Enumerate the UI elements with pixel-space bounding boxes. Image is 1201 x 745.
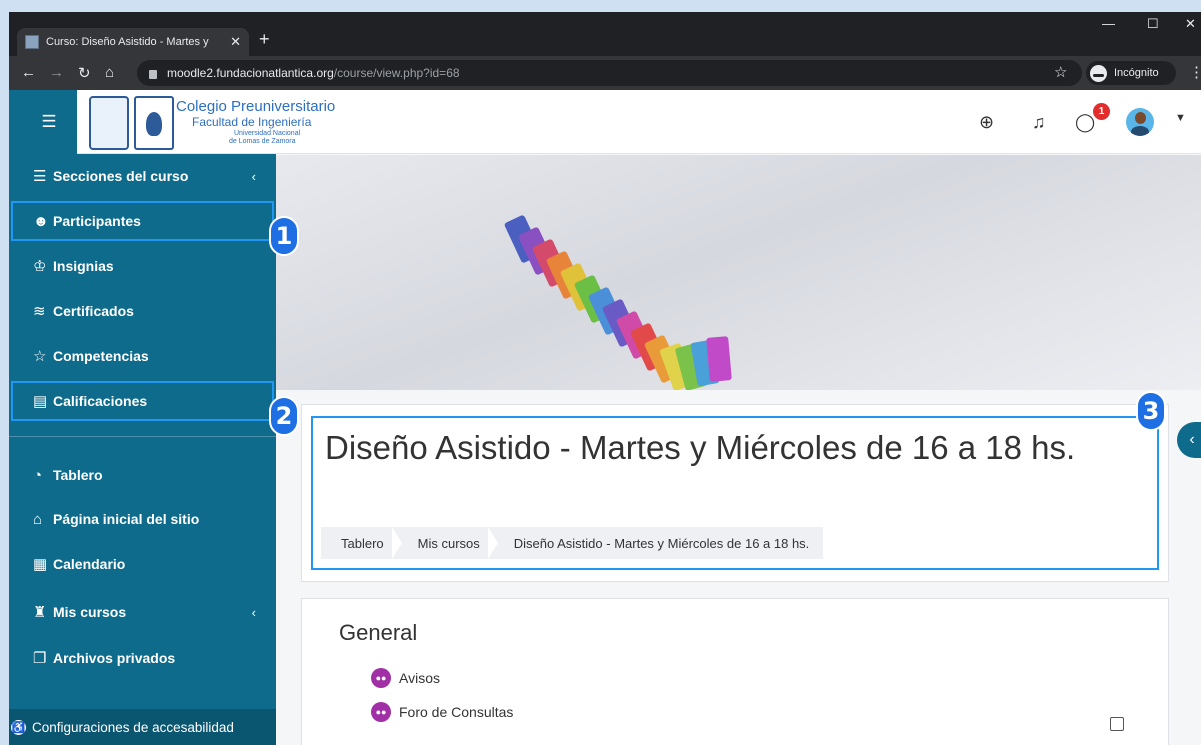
favicon-icon bbox=[25, 35, 39, 49]
activity-avisos[interactable]: ●● Avisos bbox=[371, 668, 440, 688]
callout-2: 2 bbox=[269, 396, 299, 436]
highlight-participantes bbox=[11, 201, 274, 241]
sidebar-item-archivos[interactable]: ❐ Archivos privados bbox=[9, 636, 276, 680]
logo-line-1: Colegio Preuniversitario bbox=[176, 98, 336, 115]
incognito-icon bbox=[1090, 64, 1107, 82]
site-navbar: ☰ Colegio Preuniversitario Facultad de I… bbox=[9, 90, 1201, 154]
avatar[interactable] bbox=[1126, 108, 1154, 136]
chevron-left-icon: ‹ bbox=[251, 168, 256, 184]
sidebar-item-label: Secciones del curso bbox=[53, 168, 189, 184]
sidebar-item-secciones[interactable]: ☰ Secciones del curso ‹ bbox=[9, 154, 276, 198]
activity-label: Avisos bbox=[399, 670, 440, 686]
bookmark-star-icon[interactable]: ☆ bbox=[1054, 63, 1067, 81]
globe-icon[interactable]: ⊕ bbox=[979, 112, 994, 133]
sidebar-item-mis-cursos[interactable]: ♜ Mis cursos ‹ bbox=[9, 590, 276, 634]
tab-title: Curso: Diseño Asistido - Martes y bbox=[46, 36, 209, 48]
hamburger-icon[interactable]: ☰ bbox=[27, 106, 71, 138]
maximize-icon[interactable]: ☐ bbox=[1147, 16, 1159, 32]
forum-icon: ●● bbox=[371, 702, 391, 722]
dashboard-icon: ◔ bbox=[33, 466, 43, 484]
sidebar-item-label: Competencias bbox=[53, 348, 149, 364]
certificate-icon: ≋ bbox=[33, 303, 46, 320]
chevron-left-icon[interactable]: ‹ bbox=[1177, 422, 1201, 458]
back-icon[interactable]: ← bbox=[21, 64, 36, 81]
highlight-calificaciones bbox=[11, 381, 274, 421]
browser-tab[interactable]: Curso: Diseño Asistido - Martes y ✕ bbox=[17, 28, 249, 56]
url-path: /course/view.php?id=68 bbox=[333, 66, 460, 80]
banner-block bbox=[706, 336, 732, 382]
logo-line-2: Facultad de Ingeniería bbox=[192, 115, 312, 129]
badge-icon: ♔ bbox=[33, 258, 47, 275]
url-bar[interactable]: moodle2.fundacionatlantica.org/course/vi… bbox=[137, 60, 1082, 86]
activity-label: Foro de Consultas bbox=[399, 704, 514, 720]
sidebar-item-label: Insignias bbox=[53, 258, 114, 274]
sidebar-item-label: Calendario bbox=[53, 556, 126, 572]
graduation-cap-icon: ♜ bbox=[33, 604, 47, 621]
forward-icon[interactable]: → bbox=[49, 64, 64, 81]
sidebar-item-label: Archivos privados bbox=[53, 650, 176, 666]
address-toolbar: ← → ↻ ⌂ moodle2.fundacionatlantica.org/c… bbox=[9, 56, 1201, 90]
sidebar-item-label: Tablero bbox=[53, 467, 103, 483]
close-window-icon[interactable]: ✕ bbox=[1185, 16, 1196, 32]
unlz-emblem bbox=[89, 96, 129, 150]
sidebar-item-insignias[interactable]: ♔ Insignias bbox=[9, 244, 276, 288]
calendar-icon: ▦ bbox=[33, 556, 48, 573]
nav-drawer: ☰ Secciones del curso ‹ ☻ Participantes … bbox=[9, 154, 276, 745]
chevron-left-icon: ‹ bbox=[251, 604, 256, 620]
logo-line-4: de Lomas de Zamora bbox=[229, 138, 296, 145]
files-icon: ❐ bbox=[33, 650, 47, 667]
sidebar-item-label: Página inicial del sitio bbox=[53, 511, 200, 527]
tab-bar: Curso: Diseño Asistido - Martes y ✕ + — … bbox=[9, 12, 1201, 56]
course-banner-image bbox=[276, 155, 1201, 390]
incognito-indicator[interactable]: Incógnito bbox=[1086, 61, 1176, 85]
sidebar-item-label: Certificados bbox=[53, 303, 134, 319]
sidebar-divider bbox=[9, 436, 276, 437]
sidebar-item-certificados[interactable]: ≋ Certificados bbox=[9, 289, 276, 333]
sidebar-item-competencias[interactable]: ☆ Competencias bbox=[9, 334, 276, 378]
forum-icon: ●● bbox=[371, 668, 391, 688]
sidebar-item-pagina-inicial[interactable]: ⌂ Página inicial del sitio bbox=[9, 497, 276, 541]
new-tab-icon[interactable]: + bbox=[259, 29, 270, 50]
lock-icon bbox=[149, 69, 157, 79]
list-icon: ☰ bbox=[33, 168, 47, 185]
section-title: General bbox=[339, 620, 418, 645]
star-icon: ☆ bbox=[33, 348, 47, 365]
browser-menu-icon[interactable]: ⋮ bbox=[1189, 63, 1201, 81]
home-icon: ⌂ bbox=[33, 510, 43, 528]
sidebar-item-tablero[interactable]: ◔ Tablero bbox=[9, 453, 276, 497]
minimize-icon[interactable]: — bbox=[1102, 16, 1115, 31]
browser-window: Curso: Diseño Asistido - Martes y ✕ + — … bbox=[9, 12, 1201, 745]
accessibility-settings[interactable]: ♿ Configuraciones de accesabilidad bbox=[9, 709, 276, 745]
caret-down-icon[interactable]: ▼ bbox=[1175, 112, 1186, 124]
sidebar-item-calendario[interactable]: ▦ Calendario bbox=[9, 542, 276, 586]
activity-foro-consultas[interactable]: ●● Foro de Consultas bbox=[371, 702, 513, 722]
accessibility-label: Configuraciones de accesabilidad bbox=[32, 719, 234, 735]
callout-1: 1 bbox=[269, 216, 299, 256]
message-icon[interactable]: ◯ bbox=[1075, 112, 1095, 133]
reload-icon[interactable]: ↻ bbox=[78, 64, 91, 82]
site-logo[interactable]: Colegio Preuniversitario Facultad de Ing… bbox=[84, 92, 335, 152]
callout-3: 3 bbox=[1136, 391, 1166, 431]
close-tab-icon[interactable]: ✕ bbox=[230, 34, 241, 50]
faculty-emblem bbox=[134, 96, 174, 150]
message-count-badge: 1 bbox=[1093, 103, 1110, 120]
sidebar-item-label: Mis cursos bbox=[53, 604, 127, 620]
bell-icon[interactable]: ♫ bbox=[1032, 112, 1046, 133]
highlight-page-header bbox=[311, 416, 1159, 570]
accessibility-icon: ♿ bbox=[11, 719, 26, 735]
url-host: moodle2.fundacionatlantica.org bbox=[167, 66, 334, 80]
logo-line-3: Universidad Nacional bbox=[234, 130, 301, 137]
incognito-label: Incógnito bbox=[1114, 67, 1159, 79]
home-button-icon[interactable]: ⌂ bbox=[105, 64, 114, 81]
completion-checkbox[interactable] bbox=[1110, 717, 1124, 731]
